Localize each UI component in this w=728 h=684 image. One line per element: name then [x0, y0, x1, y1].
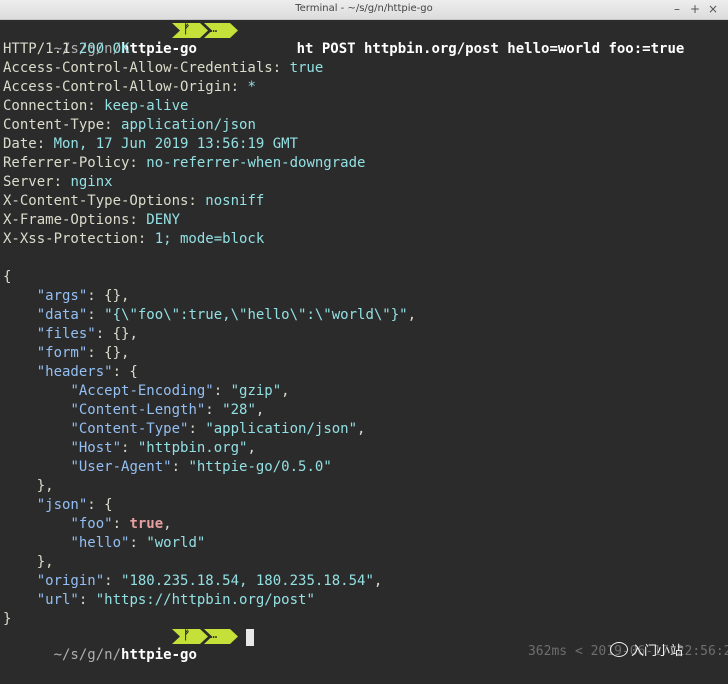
minimize-button[interactable]: – [670, 2, 684, 16]
header-line: Access-Control-Allow-Credentials: true [3, 59, 323, 78]
header-key: HTTP/1.1 [3, 41, 79, 57]
header-line: Connection: keep-alive [3, 97, 188, 116]
wechat-icon [610, 642, 628, 657]
header-line: Content-Type: application/json [3, 116, 256, 135]
command-line: ht POST httpbin.org/post hello=world foo… [246, 21, 685, 57]
header-key: Date: [3, 136, 54, 152]
json-line: "Content-Type": "application/json", [70, 421, 366, 437]
json-line: "hello": "world" [70, 535, 206, 551]
prompt-line-2: ~/s/g/n/httpie-go [3, 627, 197, 663]
watermark-text: 入门小站 [631, 644, 684, 659]
git-dirty-label: … [210, 21, 218, 35]
header-key: Server: [3, 174, 71, 190]
json-line: "origin": "180.235.18.54, 180.235.18.54"… [36, 573, 383, 589]
header-line: HTTP/1.1 200 OK [3, 40, 129, 59]
json-line: "data": "{\"foo\":true,\"hello\":\"world… [36, 307, 417, 323]
header-line: X-Content-Type-Options: nosniff [3, 192, 264, 211]
json-line: }, [3, 478, 54, 494]
header-line: Server: nginx [3, 173, 113, 192]
json-line: "User-Agent": "httpie-go/0.5.0" [70, 459, 332, 475]
git-status-segment-2 [172, 629, 238, 644]
chevron-left-icon: < [574, 644, 583, 659]
json-line: "Host": "httpbin.org", [70, 440, 256, 456]
git-dirty-label-2: … [210, 627, 218, 641]
prompt-path-dir-2: httpie-go [121, 647, 197, 663]
header-value: * [247, 79, 256, 95]
header-value: Mon, 17 Jun 2019 13:56:19 GMT [53, 136, 299, 152]
right-prompt: 362ms < 2019-06-17 22:56:20 [481, 629, 728, 674]
header-value: 1; mode=block [154, 231, 265, 247]
header-value: true [289, 60, 324, 76]
prompt-path-prefix-2: ~/s/g/n/ [53, 647, 122, 663]
header-value: nosniff [205, 193, 265, 209]
json-line: "json": { [36, 497, 113, 513]
json-line: "form": {}, [36, 345, 130, 361]
prompt-path-dir: httpie-go [121, 41, 197, 57]
header-key: Referrer-Policy: [3, 155, 147, 171]
header-key: X-Xss-Protection: [3, 231, 155, 247]
close-button[interactable]: × [706, 2, 720, 16]
json-line: "files": {}, [36, 326, 138, 342]
header-key: Access-Control-Allow-Credentials: [3, 60, 290, 76]
json-line: "headers": { [36, 364, 138, 380]
header-key: X-Frame-Options: [3, 212, 147, 228]
title-bar: Terminal - ~/s/g/n/httpie-go – + × [0, 0, 728, 20]
terminal-output[interactable]: ~/s/g/n/httpie-go ᚠ … ht POST httpbin.or… [0, 20, 728, 684]
text-cursor [246, 629, 254, 646]
header-line: Referrer-Policy: no-referrer-when-downgr… [3, 154, 365, 173]
header-value: DENY [146, 212, 181, 228]
header-key: X-Content-Type-Options: [3, 193, 206, 209]
maximize-button[interactable]: + [688, 2, 702, 16]
branch-icon: ᚠ [183, 628, 191, 642]
json-line: "args": {}, [36, 288, 130, 304]
json-line: "Accept-Encoding": "gzip", [70, 383, 290, 399]
header-key: Access-Control-Allow-Origin: [3, 79, 248, 95]
prompt-line: ~/s/g/n/httpie-go [3, 21, 197, 57]
window-title: Terminal - ~/s/g/n/httpie-go [295, 3, 433, 14]
header-key: Connection: [3, 98, 105, 114]
header-line: Date: Mon, 17 Jun 2019 13:56:19 GMT [3, 135, 298, 154]
header-key: Content-Type: [3, 117, 122, 133]
header-line: Access-Control-Allow-Origin: * [3, 78, 256, 97]
header-value: 200 OK [78, 41, 130, 57]
json-line: "foo": true, [70, 516, 172, 532]
terminal-window: Terminal - ~/s/g/n/httpie-go – + × ~/s/g… [0, 0, 728, 684]
header-value: application/json [121, 117, 256, 133]
json-line: "Content-Length": "28", [70, 402, 265, 418]
header-value: keep-alive [104, 98, 189, 114]
branch-icon: ᚠ [183, 22, 191, 36]
json-line: "url": "https://httpbin.org/post" [36, 592, 315, 608]
json-line: { [3, 269, 12, 285]
header-line: X-Xss-Protection: 1; mode=block [3, 230, 264, 249]
command-text: ht POST httpbin.org/post hello=world foo… [296, 41, 685, 57]
header-value: no-referrer-when-downgrade [146, 155, 366, 171]
header-value: nginx [70, 174, 113, 190]
json-line: }, [3, 554, 54, 570]
watermark: 入门小站 [610, 640, 683, 659]
command-duration: 362ms [527, 644, 568, 659]
header-line: X-Frame-Options: DENY [3, 211, 180, 230]
git-status-segment [172, 23, 238, 38]
